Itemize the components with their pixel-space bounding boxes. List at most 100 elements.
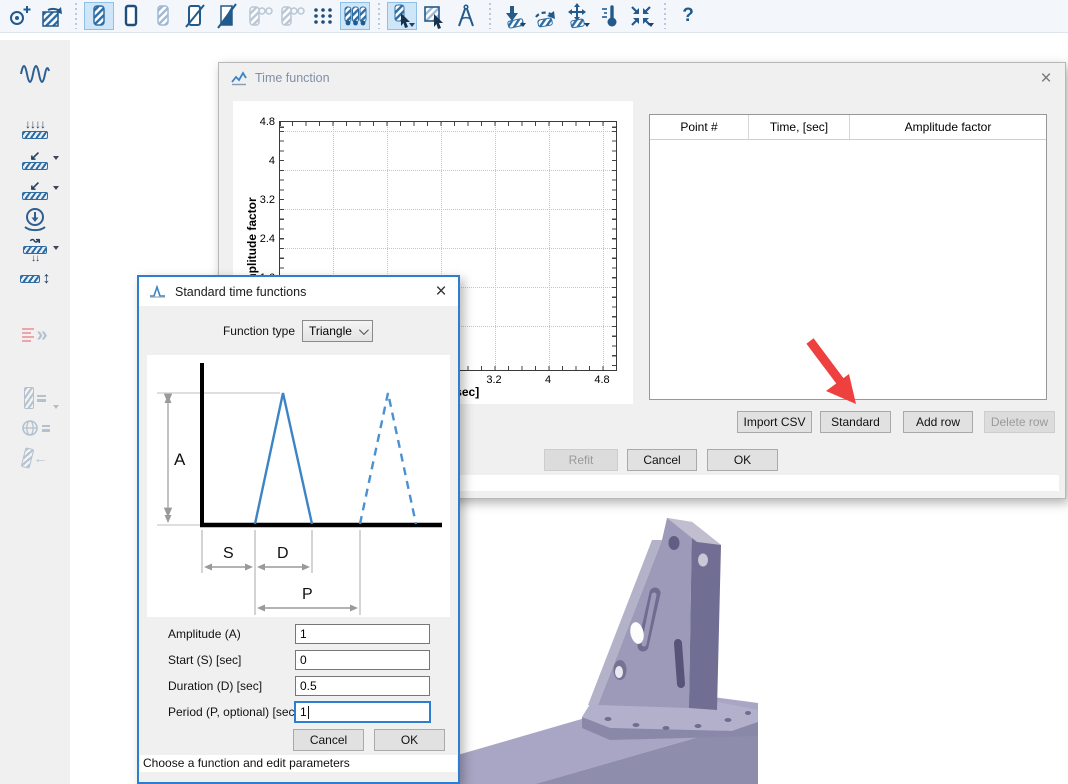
measure-compass-icon[interactable] [451, 2, 481, 30]
bolt-outline-icon[interactable] [116, 2, 146, 30]
period-value: 1 [300, 705, 307, 719]
moment-icon [532, 3, 558, 29]
y-tick-label: 4.8 [237, 116, 275, 128]
period-field[interactable]: 1 [294, 701, 431, 723]
surface-load-icon[interactable]: ↙ [13, 144, 57, 174]
time-function-titlebar[interactable]: Time function × [219, 63, 1065, 93]
function-type-select[interactable]: Triangle [302, 320, 373, 342]
bolt-exclude-icon[interactable] [180, 2, 210, 30]
sequence-bars [22, 326, 34, 344]
bolt-review-alt-icon[interactable] [276, 2, 306, 30]
gridline [280, 131, 616, 132]
start-field[interactable] [295, 650, 430, 670]
harmonic-wave-icon[interactable] [13, 59, 57, 89]
label-A: A [174, 450, 186, 469]
lug-hole [669, 536, 680, 550]
sequence-icon[interactable]: » [13, 320, 57, 350]
dropdown-caret-icon [53, 186, 59, 190]
standard-button[interactable]: Standard [820, 411, 891, 433]
dim-extension-lines [202, 530, 360, 615]
close-icon[interactable]: × [430, 280, 452, 302]
globe-glyph [21, 419, 39, 437]
duration-field[interactable] [295, 676, 430, 696]
column-header-point[interactable]: Point # [650, 115, 748, 139]
bolt-exclude-icon [182, 3, 208, 29]
dim-arrowhead [165, 395, 172, 403]
column-header-amplitude[interactable]: Amplitude factor [849, 115, 1046, 139]
view-new-icon[interactable] [5, 2, 35, 30]
toolbar-separator [375, 3, 382, 29]
distributed-load-icon[interactable]: ↓↓↓↓ [13, 113, 57, 143]
bolt-light-icon[interactable] [148, 2, 178, 30]
pick-bolt-icon[interactable] [387, 2, 417, 30]
load-icon[interactable] [498, 2, 528, 30]
points-table-header: Point # Time, [sec] Amplitude factor [650, 115, 1046, 140]
bolt-show-icon[interactable] [84, 2, 114, 30]
period-label: Period (P, optional) [sec] [168, 702, 298, 722]
toolbar-separator [486, 3, 493, 29]
function-type-label: Function type [159, 321, 295, 342]
chart-line-icon [231, 71, 248, 86]
x-tick-label: 3.2 [479, 374, 509, 386]
edit-load-icon: ↙ [22, 179, 48, 200]
x-tick-label: 4.8 [587, 374, 617, 386]
help-icon[interactable]: ? [673, 2, 703, 30]
dropdown-caret-icon [53, 246, 59, 250]
bolt-section-icon[interactable] [212, 2, 242, 30]
dropdown-caret-icon [648, 23, 654, 27]
ok-button[interactable]: OK [707, 449, 778, 471]
dropdown-caret-icon [520, 23, 526, 27]
cancel-button[interactable]: Cancel [627, 449, 697, 471]
std-ok-button[interactable]: OK [374, 729, 445, 751]
function-diagram: A [147, 355, 450, 617]
3d-model-bracket[interactable] [440, 498, 1068, 784]
displacement-updown-icon[interactable]: ↕ [13, 264, 57, 294]
duration-label: Duration (D) [sec] [168, 676, 298, 696]
bolt-review-icon[interactable] [244, 2, 274, 30]
dropdown-caret-icon [584, 23, 590, 27]
standard-dialog-status: Choose a function and edit parameters [140, 755, 457, 772]
std-cancel-button[interactable]: Cancel [293, 729, 364, 751]
lug-hole-right [698, 554, 708, 567]
gridline [549, 122, 550, 370]
fit-arrows-icon[interactable] [626, 2, 656, 30]
start-label: Start (S) [sec] [168, 650, 298, 670]
remote-load-icon[interactable]: ↝ ↓↓ [13, 234, 57, 264]
amplitude-label: Amplitude (A) [168, 624, 298, 644]
edit-load-icon[interactable]: ↙ [13, 174, 57, 204]
bearing-load-icon[interactable] [13, 204, 57, 234]
bolt-review-icon [245, 3, 273, 29]
pick-area-icon[interactable] [419, 2, 449, 30]
spider-icon[interactable] [13, 413, 57, 443]
dim-arrows [207, 567, 355, 608]
close-icon[interactable]: × [1035, 67, 1057, 89]
function-type-value: Triangle [309, 324, 352, 338]
column-header-time[interactable]: Time, [sec] [748, 115, 849, 139]
list-lines [37, 393, 46, 404]
moment-icon[interactable] [530, 2, 560, 30]
amplitude-field[interactable] [295, 624, 430, 644]
bolt-list-icon[interactable] [13, 383, 57, 413]
dialog-title: Standard time functions [175, 285, 306, 299]
triangle-function-diagram: A [147, 355, 450, 617]
bolt-swap-icon: ← [23, 448, 48, 468]
delete-row-button[interactable]: Delete row [984, 411, 1055, 433]
gridline [603, 122, 604, 370]
distributed-load-icon: ↓↓↓↓ [22, 118, 48, 139]
multi-bolt-icon[interactable] [340, 2, 370, 30]
displacement-updown-icon: ↕ [20, 271, 51, 287]
add-row-button[interactable]: Add row [903, 411, 973, 433]
import-csv-button[interactable]: Import CSV [737, 411, 812, 433]
standard-dialog-titlebar[interactable]: Standard time functions × [139, 277, 458, 306]
bearing-load-icon [21, 205, 49, 233]
view-new-icon [7, 3, 33, 29]
refit-button[interactable]: Refit [544, 449, 618, 471]
bolt-list-icon [24, 387, 46, 409]
temperature-icon[interactable] [594, 2, 624, 30]
displacement-icon[interactable] [562, 2, 592, 30]
bolt-swap-icon[interactable]: ← [13, 443, 57, 473]
section-rotate-icon[interactable] [37, 2, 67, 30]
help-icon: ? [682, 5, 694, 27]
grid-icon[interactable] [308, 2, 338, 30]
top-toolbar: ? [0, 0, 1068, 33]
